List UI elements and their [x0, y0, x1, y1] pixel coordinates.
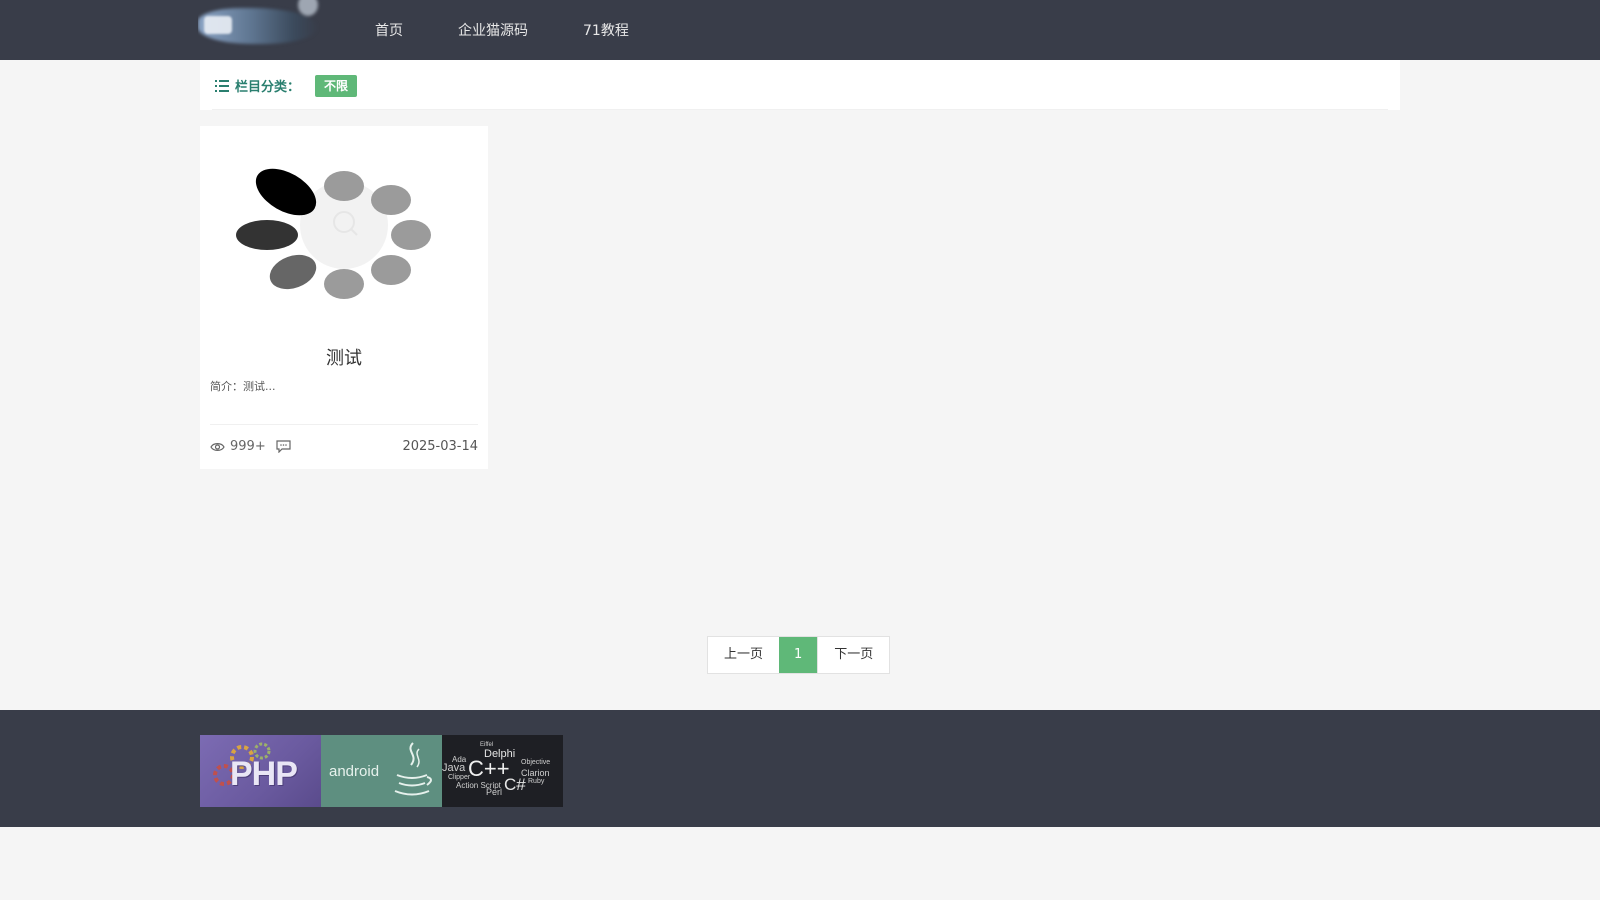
nav-item-tutorials[interactable]: 71教程	[583, 20, 629, 40]
category-label-text: 栏目分类：	[235, 80, 301, 95]
comment-icon[interactable]	[276, 440, 291, 453]
card-description: 简介：测试...	[210, 380, 276, 393]
divider	[210, 424, 478, 425]
nav-item-source-code[interactable]: 企业猫源码	[458, 20, 528, 40]
list-icon	[215, 79, 229, 92]
java-cup-icon	[394, 742, 432, 796]
category-filter-bar: 栏目分类： 不限	[200, 60, 1400, 110]
loading-spinner-icon	[236, 168, 431, 299]
php-banner[interactable]: PHP	[200, 735, 321, 807]
logo-shape	[204, 16, 232, 34]
card-date: 2025-03-14	[402, 439, 478, 454]
next-page-button[interactable]: 下一页	[817, 637, 889, 673]
prev-page-button[interactable]: 上一页	[708, 637, 779, 673]
lang-word: Perl	[486, 787, 503, 797]
lang-word: Ruby	[528, 778, 545, 785]
top-navbar: 首页 企业猫源码 71教程	[0, 0, 1600, 60]
logo-shape	[298, 0, 318, 16]
languages-banner[interactable]: Eiffel Delphi Ada Java C++ Objective Cla…	[442, 735, 563, 807]
lang-word: Objective	[521, 759, 551, 766]
php-banner-text: PHP	[230, 755, 298, 793]
nav-item-home[interactable]: 首页	[375, 20, 403, 40]
view-count: 999+	[230, 439, 266, 454]
footer-banners: PHP android Eiffel Delphi Ada Java C++ O…	[200, 735, 563, 807]
article-card: 测试 简介：测试... 999+ 2025-03-14	[200, 126, 488, 469]
android-banner[interactable]: android	[321, 735, 442, 807]
footer: PHP android Eiffel Delphi Ada Java C++ O…	[0, 710, 1600, 827]
page-1-button[interactable]: 1	[779, 637, 818, 673]
pagination: 上一页 1 下一页	[707, 636, 891, 674]
lang-word: Java	[442, 762, 466, 774]
category-label: 栏目分类：	[215, 76, 300, 95]
card-thumbnail[interactable]	[200, 126, 488, 341]
card-meta: 999+	[210, 439, 296, 454]
main-nav: 首页 企业猫源码 71教程	[375, 0, 684, 60]
lang-word: C#	[504, 775, 526, 794]
lang-word: Clipper	[448, 774, 471, 781]
divider	[212, 109, 1388, 110]
site-logo[interactable]	[198, 0, 338, 60]
card-title[interactable]: 测试	[200, 344, 488, 370]
eye-icon	[210, 442, 225, 451]
category-tag-all[interactable]: 不限	[315, 75, 358, 97]
